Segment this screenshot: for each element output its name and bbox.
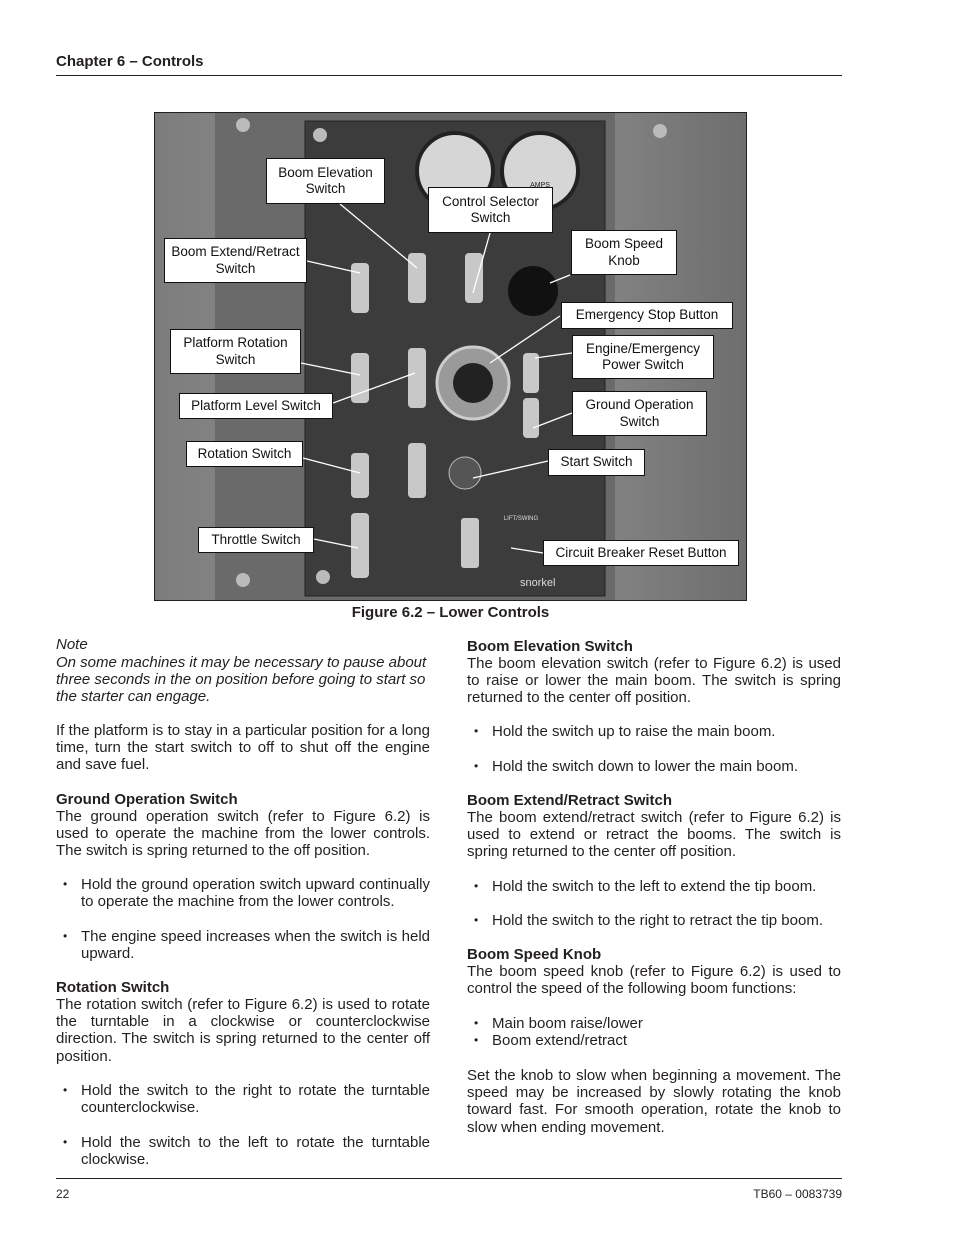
- heading-boom-speed: Boom Speed Knob: [467, 946, 602, 963]
- document-id: TB60 – 0083739: [753, 1187, 842, 1201]
- callout-circuit-breaker: Circuit Breaker Reset Button: [543, 540, 739, 566]
- boom-elevation-text: The boom elevation switch (refer to Figu…: [467, 655, 841, 707]
- list-item-text: Hold the switch down to lower the main b…: [492, 758, 798, 775]
- callout-boom-speed: Boom Speed Knob: [571, 230, 677, 275]
- list-item-text: Hold the switch up to raise the main boo…: [492, 723, 776, 740]
- header-rule: [56, 75, 842, 76]
- callout-ground-operation: Ground Operation Switch: [572, 391, 707, 436]
- callout-platform-level: Platform Level Switch: [179, 393, 333, 419]
- chapter-header: Chapter 6 – Controls: [56, 53, 204, 70]
- list-item-text: The engine speed increases when the swit…: [81, 928, 430, 963]
- brand-mark: snorkel: [520, 577, 555, 589]
- lower-controls-figure: AMPS LIFT/SWING snorkel Boom Elevation S…: [154, 112, 747, 601]
- note-text: On some machines it may be necessary to …: [56, 654, 427, 706]
- list-item: • Hold the switch down to lower the main …: [474, 758, 798, 775]
- lift-swing-label: LIFT/SWING: [504, 516, 539, 522]
- heading-boom-elevation: Boom Elevation Switch: [467, 638, 633, 655]
- callout-emergency-stop: Emergency Stop Button: [561, 302, 733, 329]
- boom-speed-text: The boom speed knob (refer to Figure 6.2…: [467, 963, 841, 998]
- callout-platform-rotation: Platform Rotation Switch: [170, 329, 301, 374]
- list-item-text: Boom extend/retract: [492, 1032, 628, 1049]
- callout-boom-elevation: Boom Elevation Switch: [266, 158, 385, 204]
- list-item-text: Hold the ground operation switch upward …: [81, 876, 430, 911]
- note-label: Note: [56, 636, 88, 653]
- callout-boom-extend: Boom Extend/Retract Switch: [164, 238, 307, 283]
- list-item: • Boom extend/retract: [474, 1032, 628, 1049]
- list-item: • The engine speed increases when the swi…: [63, 928, 430, 963]
- callout-rotation: Rotation Switch: [186, 441, 303, 467]
- rotation-text: The rotation switch (refer to Figure 6.2…: [56, 996, 430, 1065]
- list-item-text: Main boom raise/lower: [492, 1015, 643, 1032]
- callout-control-selector: Control Selector Switch: [428, 187, 553, 233]
- list-item: • Hold the switch to the right to rotate …: [63, 1082, 430, 1117]
- list-item-text: Hold the switch to the left to extend th…: [492, 878, 817, 895]
- callout-engine-emergency: Engine/Emergency Power Switch: [572, 335, 714, 379]
- ground-operation-text: The ground operation switch (refer to Fi…: [56, 808, 430, 860]
- heading-boom-extend: Boom Extend/Retract Switch: [467, 792, 673, 809]
- footer-rule: [56, 1178, 842, 1179]
- page-number: 22: [56, 1187, 70, 1201]
- figure-caption: Figure 6.2 – Lower Controls: [351, 604, 550, 621]
- callout-start: Start Switch: [548, 449, 645, 476]
- callout-throttle: Throttle Switch: [198, 527, 314, 553]
- list-item: • Hold the ground operation switch upward…: [63, 876, 430, 911]
- list-item: • Hold the switch to the left to extend t…: [474, 878, 817, 895]
- paragraph-fuel: If the platform is to stay in a particul…: [56, 722, 430, 774]
- list-item-text: Hold the switch to the left to rotate th…: [81, 1134, 430, 1169]
- list-item-text: Hold the switch to the right to retract …: [492, 912, 823, 929]
- heading-ground-operation: Ground Operation Switch: [56, 791, 238, 808]
- list-item: • Hold the switch to the left to rotate t…: [63, 1134, 430, 1169]
- boom-extend-text: The boom extend/retract switch (refer to…: [467, 809, 841, 861]
- list-item: • Hold the switch to the right to retract…: [474, 912, 823, 929]
- boom-speed-paragraph: Set the knob to slow when beginning a mo…: [467, 1067, 841, 1136]
- list-item: • Hold the switch up to raise the main bo…: [474, 723, 776, 740]
- heading-rotation: Rotation Switch: [56, 979, 170, 996]
- list-item-text: Hold the switch to the right to rotate t…: [81, 1082, 430, 1117]
- list-item: • Main boom raise/lower: [474, 1015, 643, 1032]
